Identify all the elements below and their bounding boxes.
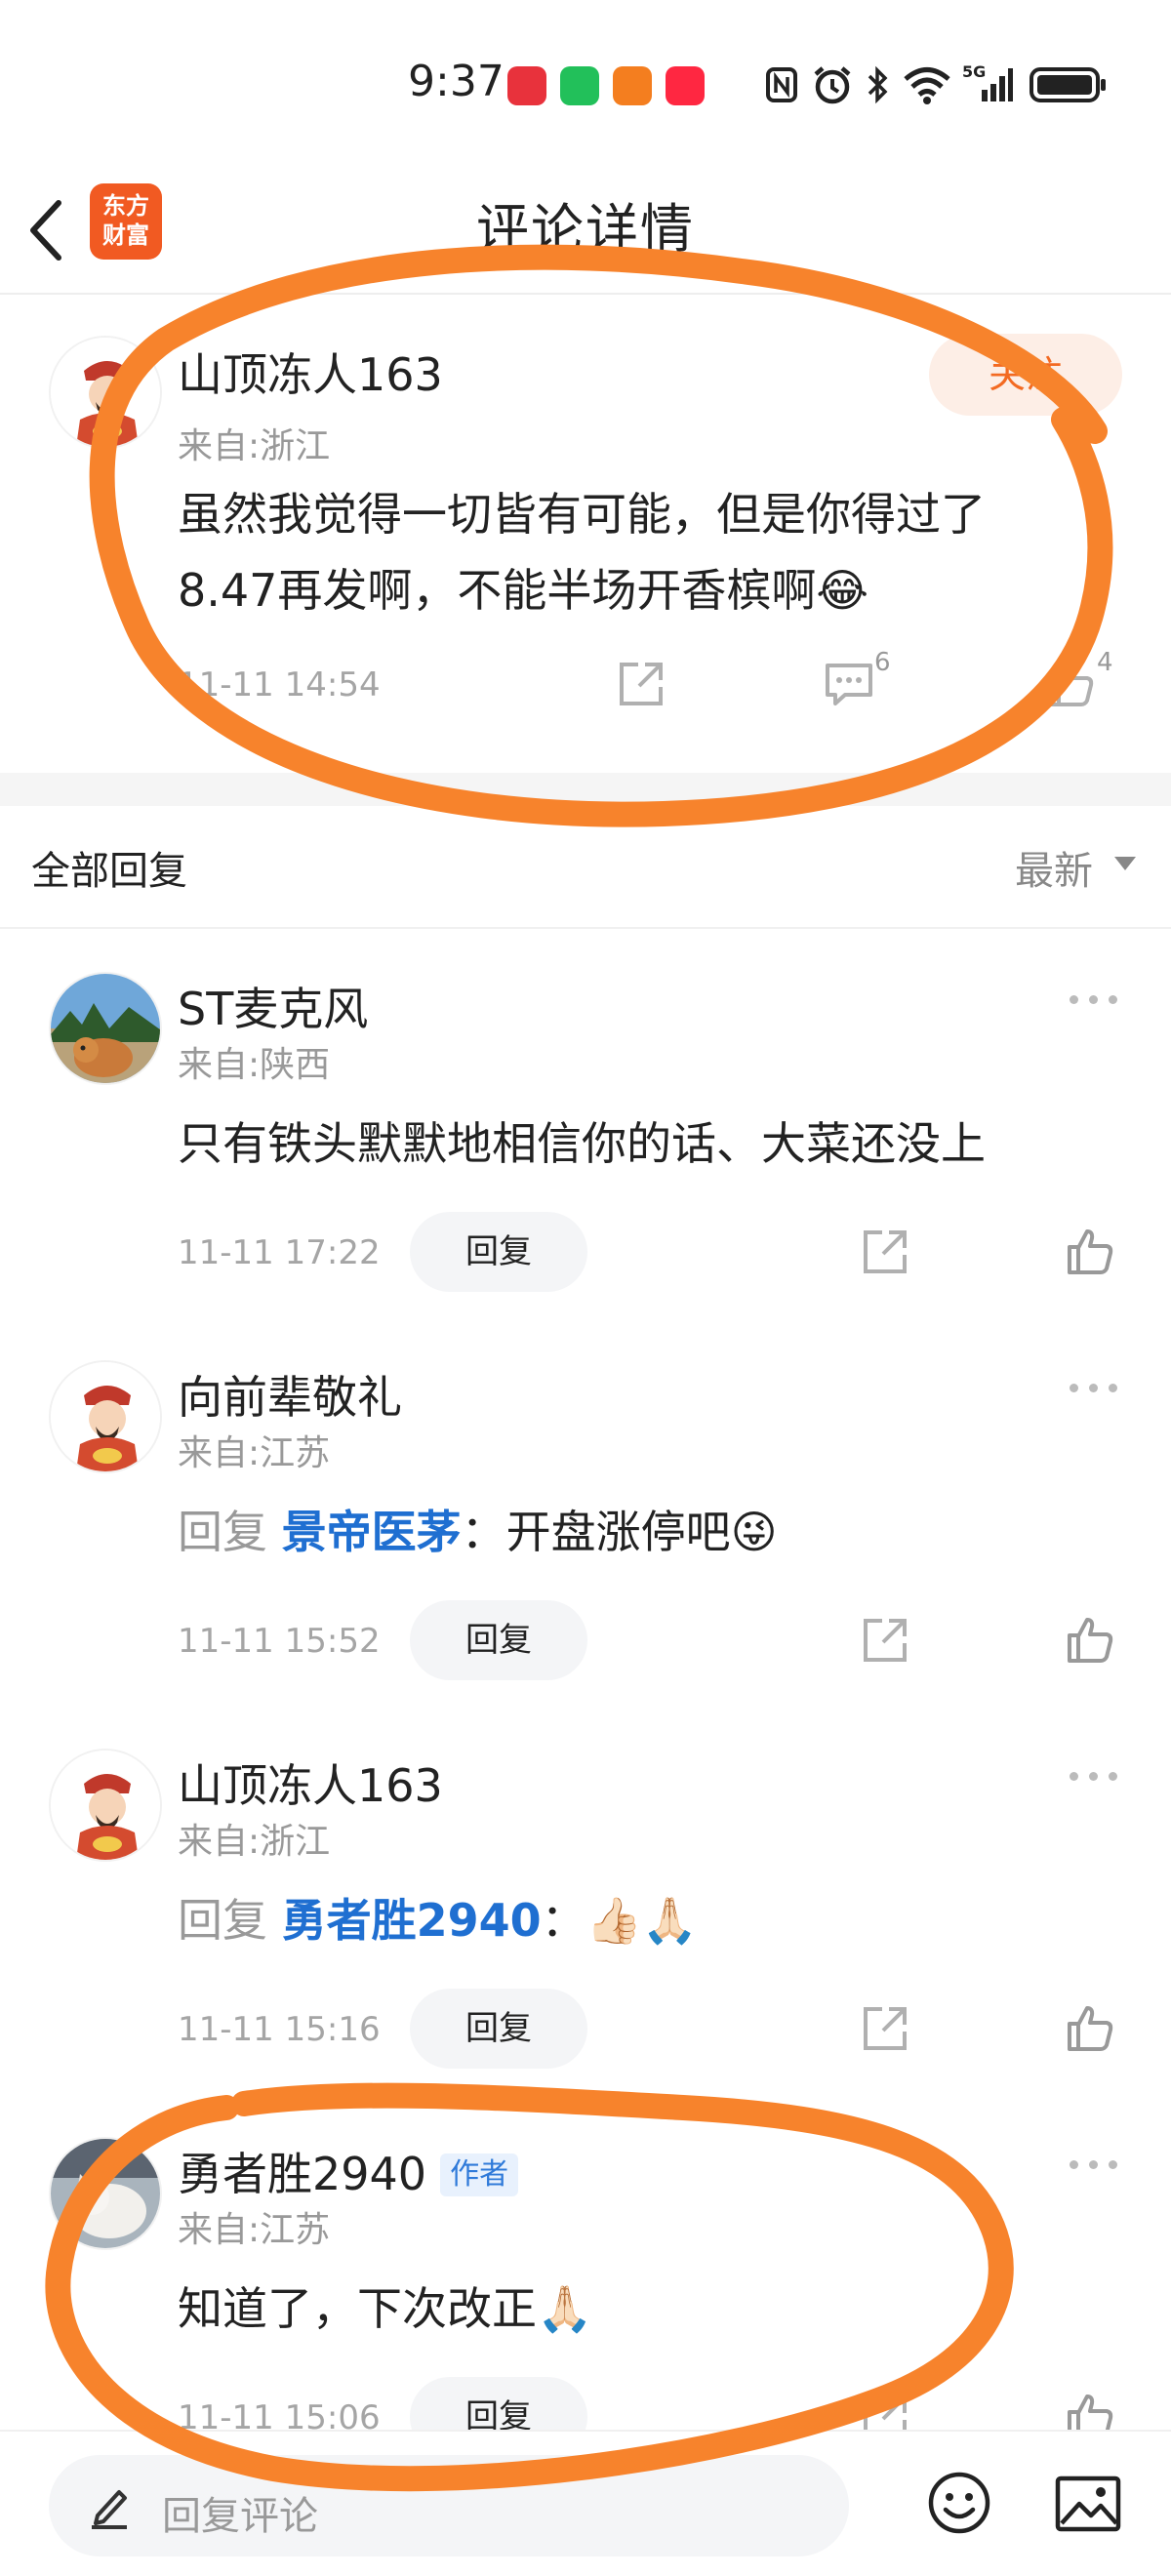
image-icon[interactable]: [1054, 2475, 1122, 2533]
mention-link[interactable]: 景帝医茅: [282, 1506, 462, 1558]
alarm-icon: [814, 66, 851, 104]
comment-text: 虽然我觉得一切皆有可能，但是你得过了8.47再发啊，不能半场开香槟啊😂: [178, 488, 986, 617]
caishen-avatar-icon: [51, 1751, 160, 1860]
caret-down-icon[interactable]: [1114, 857, 1136, 870]
status-time: 9:37: [408, 57, 505, 106]
signal-icon: [982, 68, 1013, 101]
reply-button[interactable]: 回复: [410, 1600, 587, 1680]
like-icon[interactable]: [1044, 658, 1097, 710]
author-badge: 作者: [440, 2153, 519, 2196]
wechat-icon: [560, 66, 599, 105]
avatar[interactable]: [49, 1360, 162, 1473]
share-icon[interactable]: [859, 1614, 911, 1667]
comment-username[interactable]: 山顶冻人163: [178, 340, 443, 404]
avatar[interactable]: [49, 2137, 162, 2250]
xiaohongshu-icon: [666, 66, 705, 105]
comment-count: 6: [874, 648, 891, 677]
battery-icon: [1030, 67, 1106, 102]
page-title: 评论详情: [476, 198, 695, 260]
reply-button[interactable]: 回复: [410, 1989, 587, 2069]
reply-location: 来自:陕西: [178, 1045, 331, 1085]
replies-header: 全部回复 最新: [0, 806, 1171, 929]
reply-content: 👍🏻🙏🏻: [586, 1894, 699, 1947]
app-red-icon: [507, 66, 546, 105]
reply-text: 知道了，下次改正🙏🏻: [178, 2274, 592, 2338]
reply-text: 只有铁头默默地相信你的话、大菜还没上: [178, 1108, 986, 1173]
section-separator: [0, 773, 1171, 806]
reply-location: 来自:江苏: [178, 1433, 331, 1473]
bluetooth-icon: [868, 65, 888, 104]
sort-dropdown[interactable]: 最新: [1015, 839, 1093, 896]
bottom-bar: 回复评论: [0, 2430, 1171, 2576]
share-icon[interactable]: [615, 658, 667, 710]
reply-location: 来自:浙江: [178, 1822, 331, 1862]
status-bar: 9:37 5G: [0, 0, 1171, 166]
reply-input[interactable]: 回复评论: [49, 2455, 849, 2556]
more-options-button[interactable]: [1066, 2151, 1124, 2180]
reply-timestamp: 11-11 17:22: [178, 1233, 381, 1272]
nfc-icon: [766, 67, 797, 102]
reply-username[interactable]: 山顶冻人163: [178, 1751, 443, 1815]
reply-content: 只有铁头默默地相信你的话、大菜还没上: [178, 1117, 986, 1170]
share-icon[interactable]: [859, 2002, 911, 2055]
reply-prefix: 回复: [178, 1894, 282, 1947]
caishen-avatar-icon: [51, 338, 160, 447]
reply-username[interactable]: 向前辈敬礼: [178, 1362, 402, 1427]
comment-timestamp: 11-11 14:54: [178, 665, 381, 704]
reply-content: 知道了，下次改正🙏🏻: [178, 2282, 593, 2335]
reply-username[interactable]: 勇者胜2940 作者: [178, 2139, 519, 2203]
avatar[interactable]: [49, 336, 162, 449]
emoji-icon[interactable]: [927, 2471, 991, 2535]
more-options-button[interactable]: [1066, 1762, 1124, 1791]
nav-bar: 东方 财富 评论详情: [0, 166, 1171, 293]
reply-timestamp: 11-11 15:16: [178, 2010, 381, 2049]
reply-item: 向前辈敬礼 来自:江苏 回复 景帝医茅：开盘涨停吧😜 11-11 15:52 回…: [0, 1345, 1171, 1733]
avatar[interactable]: [49, 972, 162, 1085]
reply-text: 回复 景帝医茅：开盘涨停吧😜: [178, 1497, 778, 1561]
like-icon[interactable]: [1064, 1614, 1116, 1667]
more-options-button[interactable]: [1066, 986, 1124, 1015]
comment-location: 来自:浙江: [178, 426, 331, 466]
reply-item: ST麦克风 来自:陕西 只有铁头默默地相信你的话、大菜还没上 11-11 17:…: [0, 956, 1171, 1345]
reply-text: 回复 勇者胜2940：👍🏻🙏🏻: [178, 1885, 698, 1950]
dog-photo-avatar-icon: [51, 974, 160, 1083]
main-comment: 山顶冻人163 来自:浙江 关注 虽然我觉得一切皆有可能，但是你得过了8.47再…: [0, 295, 1171, 773]
reply-username[interactable]: ST麦克风: [178, 974, 368, 1038]
wifi-icon: [904, 67, 950, 104]
all-replies-title: 全部回复: [31, 849, 187, 894]
reply-prefix: 回复: [178, 1506, 282, 1558]
avatar[interactable]: [49, 1749, 162, 1862]
like-icon[interactable]: [1064, 2002, 1116, 2055]
pen-icon: [92, 2490, 127, 2529]
caishen-avatar-icon: [51, 1362, 160, 1471]
follow-button[interactable]: 关注: [929, 334, 1122, 416]
mention-link[interactable]: 勇者胜2940: [282, 1894, 542, 1947]
comment-icon[interactable]: [822, 658, 876, 710]
reply-content: 开盘涨停吧😜: [505, 1506, 778, 1558]
reply-input-placeholder: 回复评论: [162, 2494, 318, 2539]
like-icon[interactable]: [1064, 1226, 1116, 1278]
reply-button[interactable]: 回复: [410, 1212, 587, 1292]
reply-location: 来自:江苏: [178, 2210, 331, 2250]
like-count: 4: [1097, 648, 1113, 677]
mention-separator: ：: [541, 1894, 586, 1947]
reply-timestamp: 11-11 15:52: [178, 1622, 381, 1661]
more-options-button[interactable]: [1066, 1374, 1124, 1403]
mention-separator: ：: [461, 1506, 506, 1558]
reply-username-text[interactable]: 勇者胜2940: [178, 2148, 426, 2200]
cat-photo-avatar-icon: [51, 2139, 160, 2248]
app-orange-icon: [613, 66, 652, 105]
share-icon[interactable]: [859, 1226, 911, 1278]
reply-item: 山顶冻人163 来自:浙江 回复 勇者胜2940：👍🏻🙏🏻 11-11 15:1…: [0, 1733, 1171, 2121]
